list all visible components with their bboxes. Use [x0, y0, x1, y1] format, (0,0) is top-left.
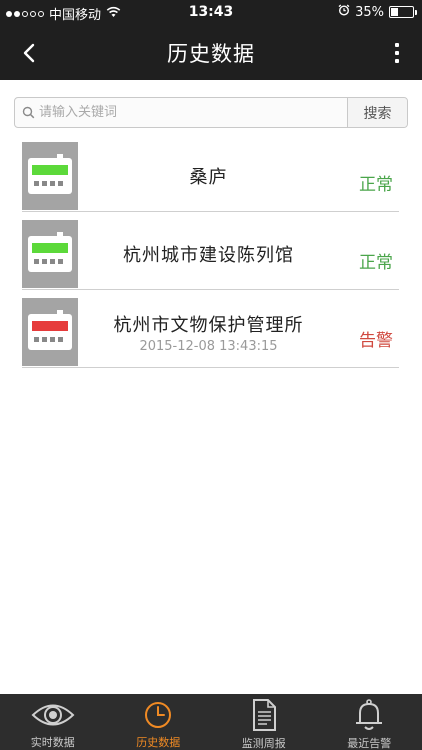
battery-percent: 35%: [355, 4, 384, 20]
eye-icon: [31, 699, 75, 730]
status-right: 35%: [338, 4, 417, 20]
list-item[interactable]: 杭州市文物保护管理所 2015-12-08 13:43:15 告警: [22, 298, 399, 368]
search-input[interactable]: [39, 98, 347, 127]
tab-realtime[interactable]: 实时数据: [0, 694, 106, 750]
list-item[interactable]: 杭州城市建设陈列馆 正常: [22, 220, 399, 290]
device-thumbnail: [22, 298, 78, 366]
search-bar: 搜索: [14, 97, 408, 128]
monitor-device-icon: [28, 310, 72, 350]
tab-label: 实时数据: [30, 736, 75, 749]
header: 中国移动 13:43 35% 历史数据: [0, 0, 422, 80]
item-name: 杭州市文物保护管理所: [113, 314, 304, 336]
tab-recent-alarms[interactable]: 最近告警: [317, 694, 422, 750]
monitor-device-icon: [28, 232, 72, 272]
more-menu-button[interactable]: [382, 36, 412, 70]
status-bar: 中国移动 13:43 35%: [0, 0, 422, 26]
search-button[interactable]: 搜索: [347, 98, 407, 127]
search-icon: [17, 98, 39, 127]
tab-label: 监测周报: [241, 737, 286, 750]
document-icon: [251, 699, 277, 731]
tab-bar: 实时数据 历史数据 监测周报 最近告警: [0, 694, 422, 750]
tab-label: 最近告警: [347, 737, 392, 750]
list-item[interactable]: 桑庐 正常: [22, 142, 399, 212]
item-text: 杭州城市建设陈列馆: [78, 220, 339, 288]
tab-history[interactable]: 历史数据: [106, 694, 212, 750]
device-thumbnail: [22, 220, 78, 288]
status-label: 正常: [359, 252, 393, 273]
page-title: 历史数据: [167, 42, 255, 66]
monitor-device-icon: [28, 154, 72, 194]
item-text: 杭州市文物保护管理所 2015-12-08 13:43:15: [78, 298, 339, 366]
battery-fill: [391, 8, 399, 16]
site-list: 桑庐 正常 杭州城市建设陈列馆 正常 杭州市文物保护管理所 2015-12-08…: [22, 142, 399, 376]
tab-weekly-report[interactable]: 监测周报: [211, 694, 317, 750]
tab-label: 历史数据: [136, 736, 181, 749]
app-root: 中国移动 13:43 35% 历史数据 请输入关键词 搜索 桑庐 正常 杭州城市…: [0, 0, 422, 750]
nav-bar: 历史数据: [0, 26, 422, 80]
status-label: 正常: [359, 174, 393, 195]
item-text: 桑庐: [78, 142, 339, 210]
item-name: 杭州城市建设陈列馆: [123, 245, 294, 266]
item-name: 桑庐: [189, 167, 228, 188]
more-vertical-icon: [395, 43, 399, 47]
bell-icon: [354, 699, 384, 731]
status-label: 告警: [359, 330, 393, 351]
alarm-clock-icon: [338, 4, 350, 20]
device-thumbnail: [22, 142, 78, 210]
item-timestamp: 2015-12-08 13:43:15: [139, 338, 278, 354]
battery-icon: [389, 6, 417, 18]
clock-icon: [143, 699, 173, 730]
